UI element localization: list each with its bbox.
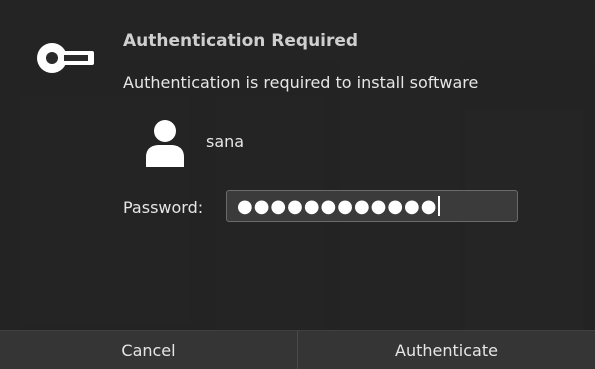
password-label: Password:: [123, 198, 204, 217]
dialog-message: Authentication is required to install so…: [123, 73, 479, 92]
screen: Authentication Required Authentication i…: [0, 0, 595, 369]
cancel-button[interactable]: Cancel: [0, 331, 297, 369]
authenticate-button[interactable]: Authenticate: [298, 331, 595, 369]
user-name: sana: [206, 132, 245, 151]
dialog-title: Authentication Required: [123, 31, 359, 51]
dialog-button-bar: Cancel Authenticate: [0, 330, 595, 369]
key-icon: [36, 42, 96, 74]
password-input[interactable]: ●●●●●●●●●●●●: [226, 190, 518, 222]
user-avatar-icon: [144, 119, 186, 167]
authentication-dialog: Authentication Required Authentication i…: [0, 0, 595, 369]
text-caret: [438, 196, 441, 216]
password-masked-value: ●●●●●●●●●●●●: [237, 195, 438, 217]
